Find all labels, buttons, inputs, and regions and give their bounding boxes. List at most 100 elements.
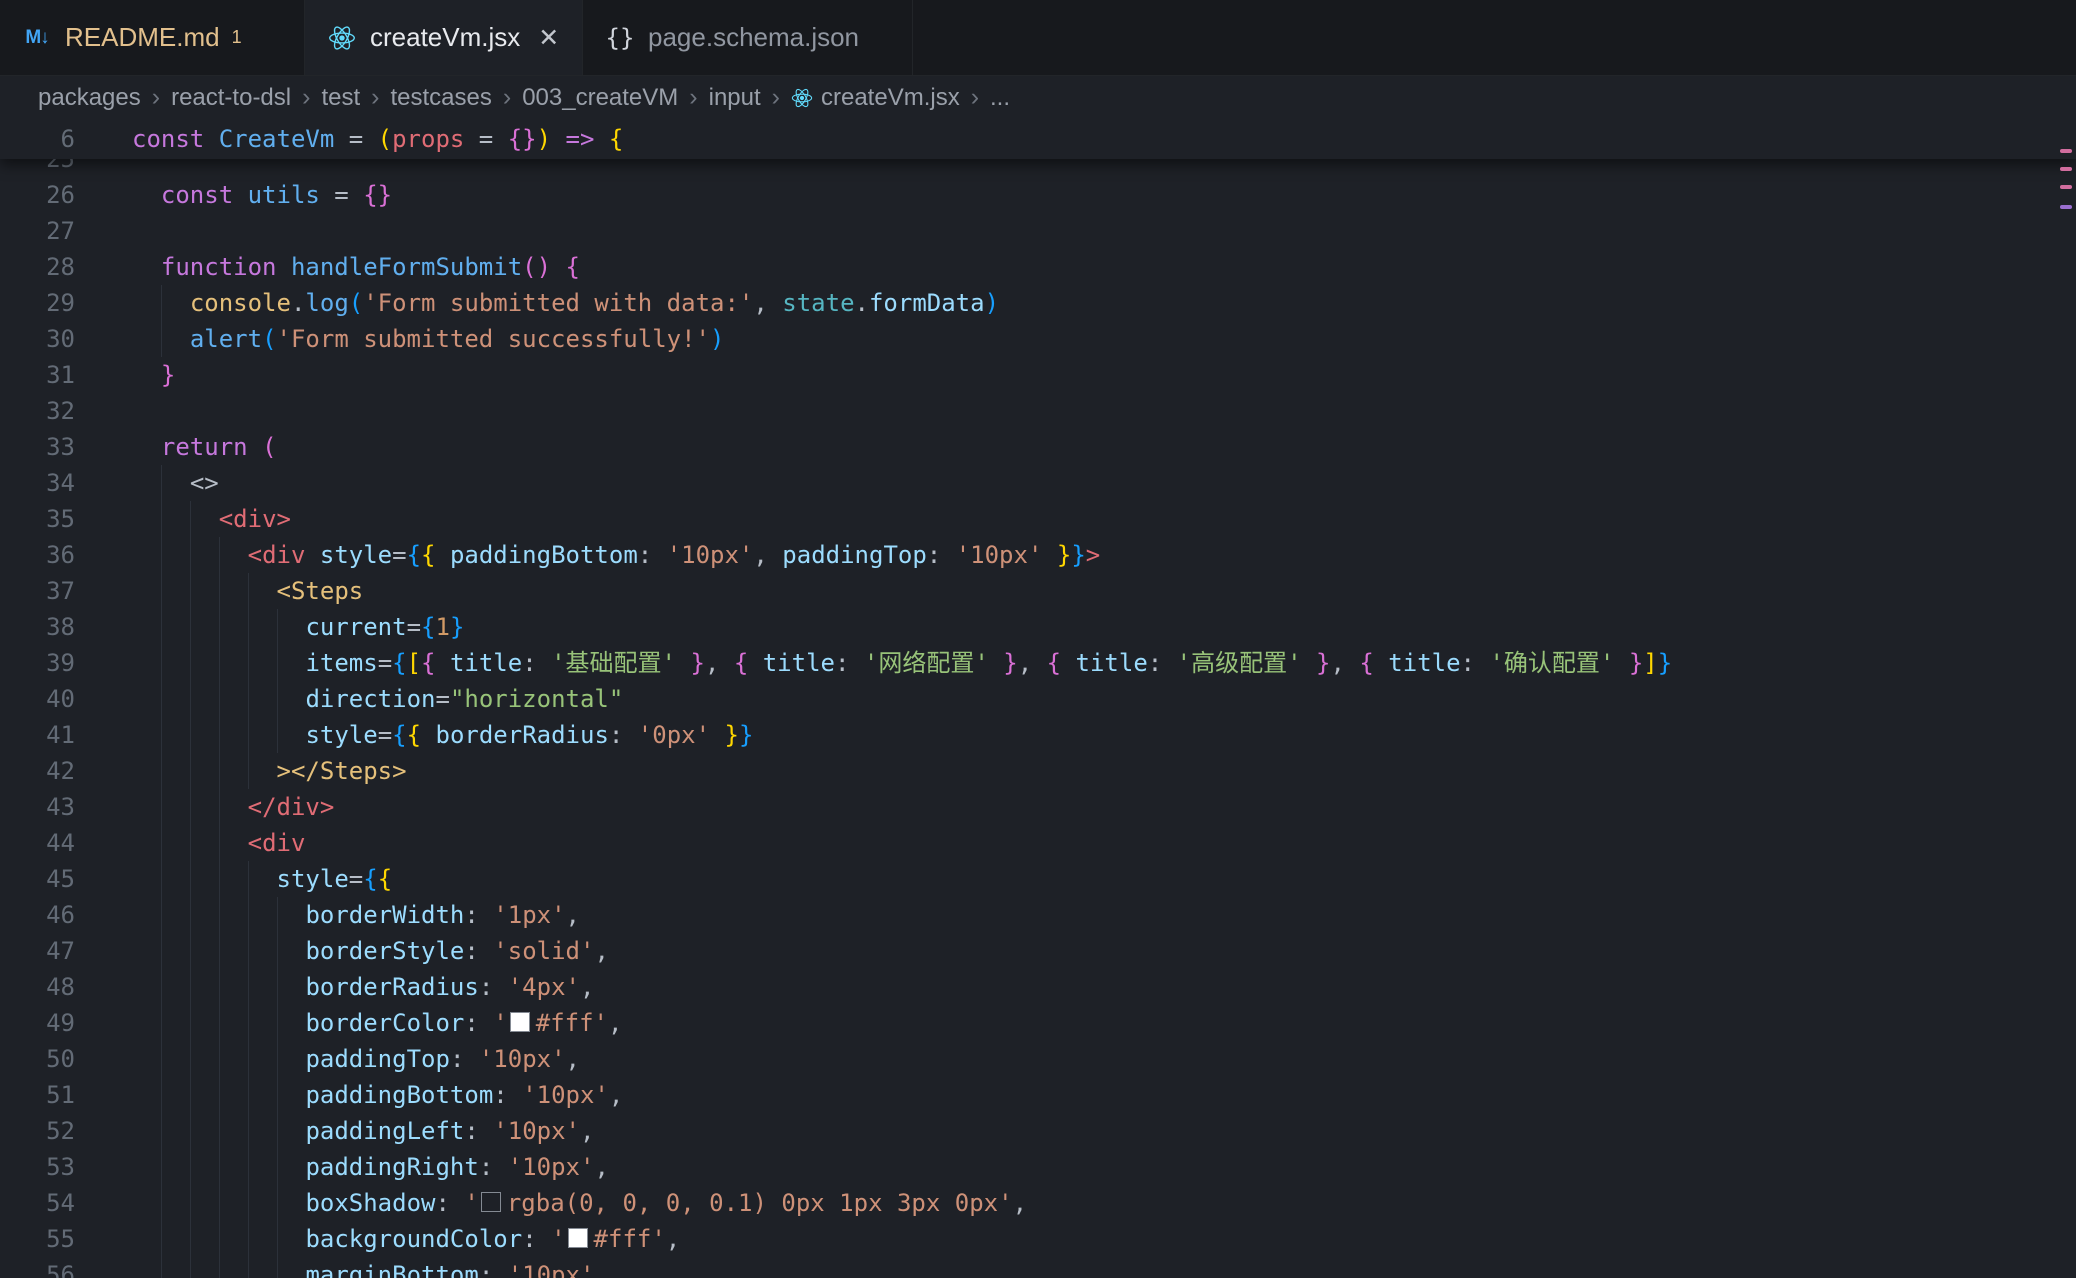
breadcrumb-item-packages[interactable]: packages <box>38 84 141 112</box>
line-number[interactable]: 34 <box>0 465 75 501</box>
code-line-44[interactable]: 44 <div <box>0 825 2076 861</box>
code-line-36[interactable]: 36 <div style={{ paddingBottom: '10px', … <box>0 537 2076 573</box>
code-line-39[interactable]: 39 items={[{ title: '基础配置' }, { title: '… <box>0 645 2076 681</box>
tab-close-icon[interactable]: ✕ <box>538 23 559 53</box>
code-line-30[interactable]: 30 alert('Form submitted successfully!') <box>0 321 2076 357</box>
tab-README.md[interactable]: M↓README.md1 <box>0 0 305 75</box>
line-number[interactable]: 50 <box>0 1041 75 1077</box>
breadcrumb-label: 003_createVM <box>522 84 678 112</box>
ruler-mark <box>2060 149 2072 153</box>
line-number[interactable]: 43 <box>0 789 75 825</box>
line-content: borderColor: '#fff', <box>75 1005 622 1041</box>
code-line-27[interactable]: 27 <box>0 213 2076 249</box>
code-line-35[interactable]: 35 <div> <box>0 501 2076 537</box>
code-line-45[interactable]: 45 style={{ <box>0 861 2076 897</box>
line-number[interactable]: 53 <box>0 1149 75 1185</box>
code-line-53[interactable]: 53 paddingRight: '10px', <box>0 1149 2076 1185</box>
line-content: style={{ <box>75 861 392 897</box>
line-number[interactable]: 56 <box>0 1257 75 1278</box>
line-number[interactable]: 42 <box>0 753 75 789</box>
tab-page.schema.json[interactable]: {}page.schema.json <box>583 0 913 75</box>
line-number[interactable]: 6 <box>0 119 75 159</box>
breadcrumb-item-createVm.jsx[interactable]: createVm.jsx <box>791 84 960 112</box>
tab-label: createVm.jsx <box>370 22 520 53</box>
color-swatch[interactable] <box>481 1192 501 1212</box>
line-number[interactable]: 31 <box>0 357 75 393</box>
color-swatch[interactable] <box>510 1012 530 1032</box>
line-content: marginBottom: '10px' <box>75 1257 594 1278</box>
code-line-31[interactable]: 31 } <box>0 357 2076 393</box>
code-line-48[interactable]: 48 borderRadius: '4px', <box>0 969 2076 1005</box>
breadcrumb-item-input[interactable]: input <box>709 84 761 112</box>
editor[interactable]: 2526 const utils = {}2728 function handl… <box>0 119 2076 1278</box>
code-line-43[interactable]: 43 </div> <box>0 789 2076 825</box>
line-number[interactable]: 33 <box>0 429 75 465</box>
line-number[interactable]: 51 <box>0 1077 75 1113</box>
breadcrumb-item-003_createVM[interactable]: 003_createVM <box>522 84 678 112</box>
breadcrumb-item-test[interactable]: test <box>321 84 360 112</box>
line-number[interactable]: 29 <box>0 285 75 321</box>
breadcrumb-item-...[interactable]: ... <box>990 84 1010 112</box>
code-line-47[interactable]: 47 borderStyle: 'solid', <box>0 933 2076 969</box>
code-line-40[interactable]: 40 direction="horizontal" <box>0 681 2076 717</box>
code-area[interactable]: 2526 const utils = {}2728 function handl… <box>0 141 2076 1278</box>
line-number[interactable]: 45 <box>0 861 75 897</box>
line-number[interactable]: 40 <box>0 681 75 717</box>
line-number[interactable]: 41 <box>0 717 75 753</box>
line-number[interactable]: 37 <box>0 573 75 609</box>
sticky-scroll-line[interactable]: 6const CreateVm = (props = {}) => { <box>0 119 2076 159</box>
breadcrumb-item-react-to-dsl[interactable]: react-to-dsl <box>171 84 291 112</box>
tab-label: README.md <box>65 22 220 53</box>
code-line-26[interactable]: 26 const utils = {} <box>0 177 2076 213</box>
line-content: items={[{ title: '基础配置' }, { title: '网络配… <box>75 645 1672 681</box>
code-line-29[interactable]: 29 console.log('Form submitted with data… <box>0 285 2076 321</box>
code-line-49[interactable]: 49 borderColor: '#fff', <box>0 1005 2076 1041</box>
color-swatch[interactable] <box>568 1228 588 1248</box>
code-line-28[interactable]: 28 function handleFormSubmit() { <box>0 249 2076 285</box>
code-line-38[interactable]: 38 current={1} <box>0 609 2076 645</box>
breadcrumb-label: packages <box>38 84 141 112</box>
line-number[interactable]: 44 <box>0 825 75 861</box>
line-number[interactable]: 52 <box>0 1113 75 1149</box>
line-number[interactable]: 30 <box>0 321 75 357</box>
line-number[interactable]: 49 <box>0 1005 75 1041</box>
overview-ruler[interactable] <box>2056 119 2076 1278</box>
line-content: return ( <box>75 429 277 465</box>
line-number[interactable]: 39 <box>0 645 75 681</box>
line-number[interactable]: 26 <box>0 177 75 213</box>
breadcrumb-label: react-to-dsl <box>171 84 291 112</box>
code-line-42[interactable]: 42 ></Steps> <box>0 753 2076 789</box>
code-line-6[interactable]: 6const CreateVm = (props = {}) => { <box>0 119 2076 159</box>
code-line-46[interactable]: 46 borderWidth: '1px', <box>0 897 2076 933</box>
line-number[interactable]: 28 <box>0 249 75 285</box>
line-number[interactable]: 48 <box>0 969 75 1005</box>
code-line-55[interactable]: 55 backgroundColor: '#fff', <box>0 1221 2076 1257</box>
code-line-33[interactable]: 33 return ( <box>0 429 2076 465</box>
breadcrumb-item-testcases[interactable]: testcases <box>390 84 491 112</box>
line-number[interactable]: 55 <box>0 1221 75 1257</box>
line-content <box>75 393 132 429</box>
code-line-32[interactable]: 32 <box>0 393 2076 429</box>
line-number[interactable]: 47 <box>0 933 75 969</box>
line-number[interactable]: 54 <box>0 1185 75 1221</box>
line-content <box>75 213 132 249</box>
code-line-52[interactable]: 52 paddingLeft: '10px', <box>0 1113 2076 1149</box>
code-line-41[interactable]: 41 style={{ borderRadius: '0px' }} <box>0 717 2076 753</box>
line-number[interactable]: 46 <box>0 897 75 933</box>
code-line-37[interactable]: 37 <Steps <box>0 573 2076 609</box>
code-line-50[interactable]: 50 paddingTop: '10px', <box>0 1041 2076 1077</box>
breadcrumb-separator: › <box>971 83 979 112</box>
react-icon <box>791 87 813 109</box>
breadcrumb: packages›react-to-dsl›test›testcases›003… <box>0 76 2076 119</box>
code-line-34[interactable]: 34 <> <box>0 465 2076 501</box>
tab-createVm.jsx[interactable]: createVm.jsx ✕ <box>305 0 583 75</box>
line-number[interactable]: 35 <box>0 501 75 537</box>
tab-bar: M↓README.md1 createVm.jsx ✕ {}page.schema.j… <box>0 0 2076 76</box>
code-line-56[interactable]: 56 marginBottom: '10px' <box>0 1257 2076 1278</box>
line-number[interactable]: 32 <box>0 393 75 429</box>
line-number[interactable]: 36 <box>0 537 75 573</box>
line-number[interactable]: 27 <box>0 213 75 249</box>
code-line-54[interactable]: 54 boxShadow: 'rgba(0, 0, 0, 0.1) 0px 1p… <box>0 1185 2076 1221</box>
line-number[interactable]: 38 <box>0 609 75 645</box>
code-line-51[interactable]: 51 paddingBottom: '10px', <box>0 1077 2076 1113</box>
